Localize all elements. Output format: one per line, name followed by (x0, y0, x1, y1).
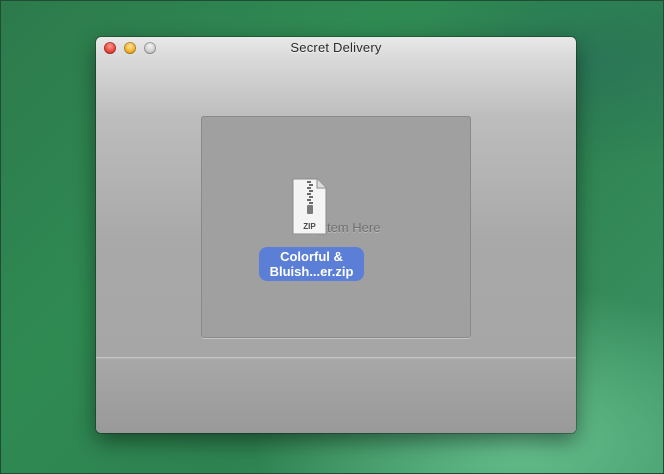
window-title: Secret Delivery (290, 40, 382, 55)
drop-zone-label: Drop Item Here (291, 220, 381, 235)
app-window: Secret Delivery Drop Item Here ZIP Color… (96, 37, 576, 433)
file-name-line2: Bluish...er.zip (269, 264, 354, 279)
file-name-line1: Colorful & (280, 249, 343, 264)
title-bar[interactable]: Secret Delivery (96, 37, 576, 59)
window-footer (96, 357, 576, 433)
zip-icon-text: ZIP (303, 222, 316, 231)
zip-file-icon: ZIP (292, 178, 327, 235)
drop-zone[interactable]: Drop Item Here (201, 116, 471, 338)
file-name-label: Colorful & Bluish...er.zip (259, 247, 364, 281)
